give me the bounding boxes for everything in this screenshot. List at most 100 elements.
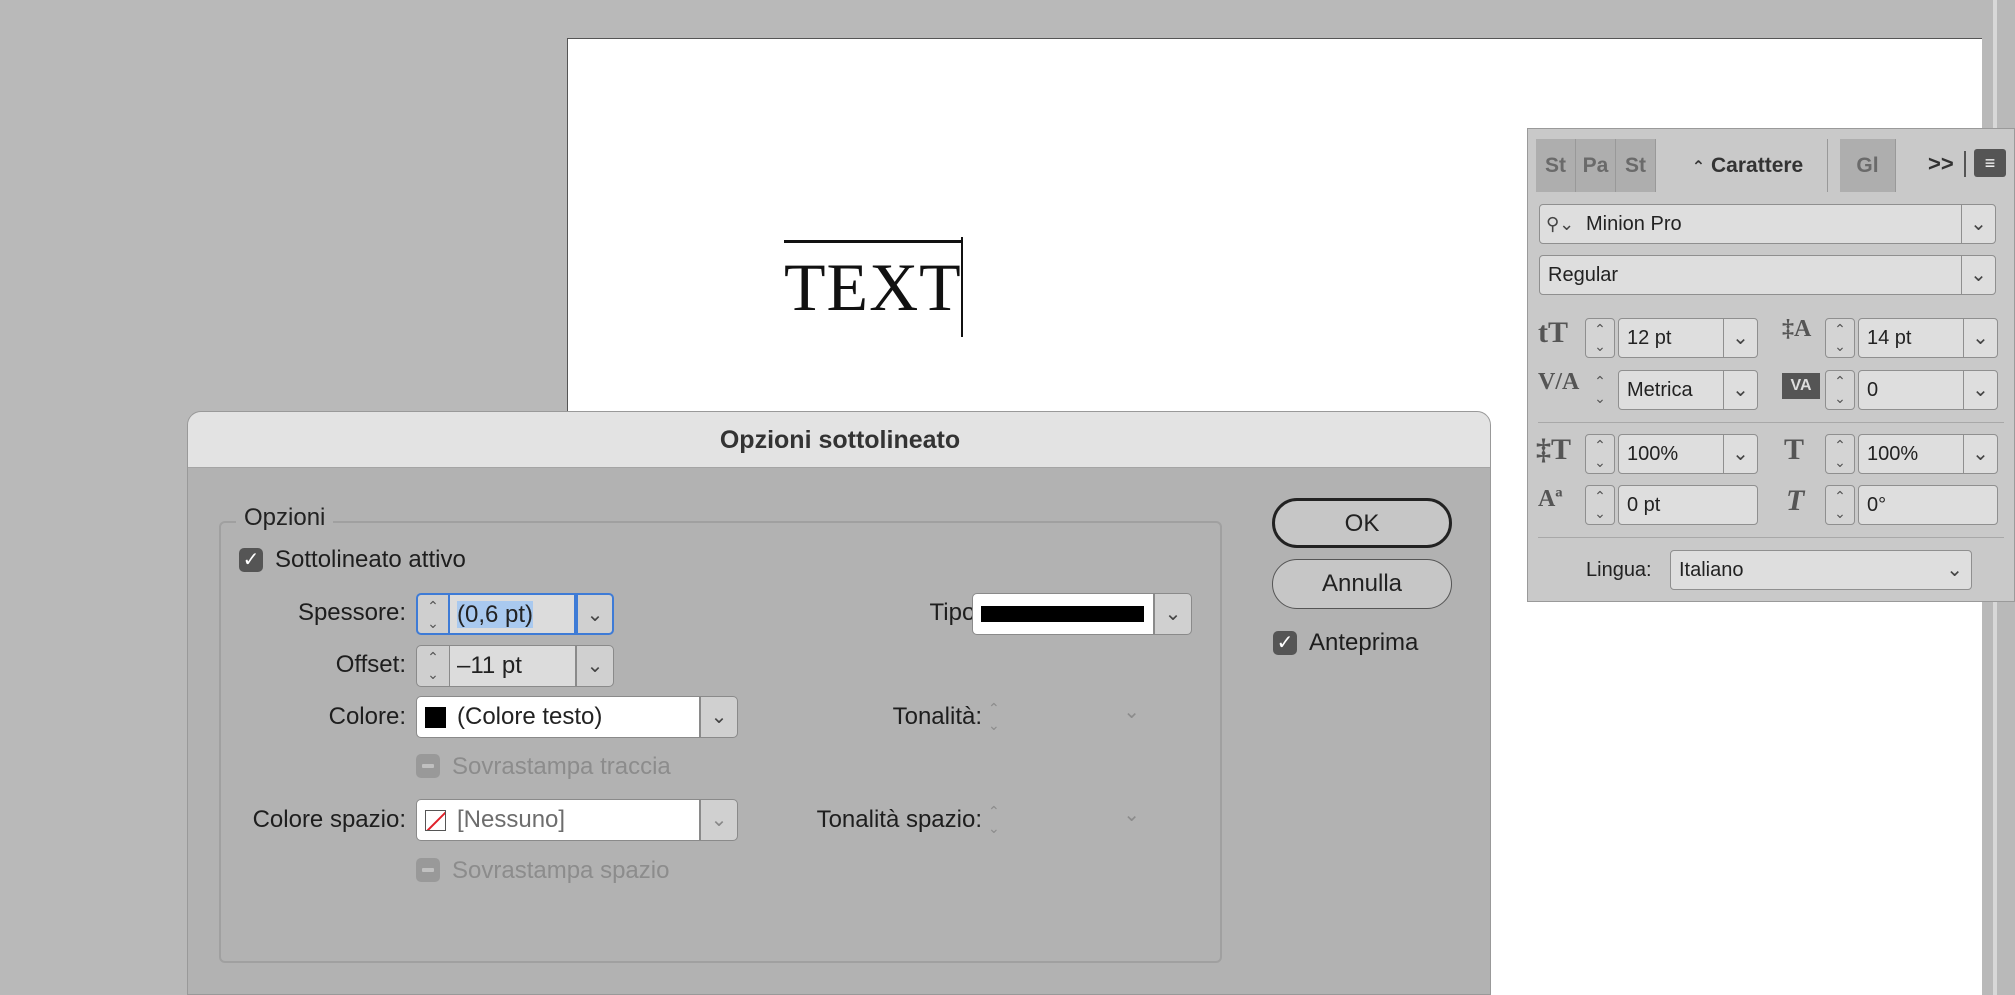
tracking-icon: VA: [1782, 373, 1820, 399]
chevron-down-icon: ⌄: [1946, 559, 1963, 581]
overprint-gap-checkbox[interactable]: [416, 858, 440, 882]
type-label: Tipo:: [929, 599, 982, 626]
gap-color-select[interactable]: [Nessuno]: [416, 799, 700, 841]
overprint-gap-label: Sovrastampa spazio: [452, 857, 670, 884]
vertical-scale-stepper[interactable]: ⌃ ⌄: [1585, 434, 1615, 474]
gap-tint-label: Tonalità spazio:: [816, 806, 982, 833]
tint-label: Tonalità:: [892, 703, 982, 730]
baseline-shift-stepper[interactable]: ⌃ ⌄: [1585, 485, 1615, 525]
text-cursor: [961, 237, 963, 337]
search-icon: ⚲⌄: [1546, 214, 1575, 234]
stroke-type-swatch: [981, 606, 1144, 622]
color-swatch: [425, 707, 446, 728]
chevron-down-icon[interactable]: ⌄: [1961, 205, 1995, 243]
baseline-shift-field[interactable]: 0 pt: [1618, 485, 1758, 525]
font-size-field[interactable]: 12 pt ⌄: [1618, 318, 1758, 358]
font-family-field[interactable]: Minion Pro ⚲⌄ ⌄: [1539, 204, 1996, 244]
chevron-down-icon[interactable]: ⌄: [1723, 435, 1757, 473]
vertical-scale-field[interactable]: 100% ⌄: [1618, 434, 1758, 474]
weight-dropdown-button[interactable]: ⌄: [576, 593, 614, 635]
gap-color-dropdown-button[interactable]: ⌄: [700, 799, 738, 841]
gap-tint-stepper: ⌃ ⌄: [988, 803, 1000, 836]
font-size-icon: tT: [1538, 316, 1568, 349]
tab-carattere[interactable]: ⌃ Carattere: [1668, 139, 1828, 192]
font-size-value: 12 pt: [1627, 327, 1672, 349]
cancel-button[interactable]: Annulla: [1272, 559, 1452, 609]
overprint-stroke-label: Sovrastampa traccia: [452, 753, 671, 780]
character-panel: St Pa St ⌃ Carattere Gl >> ≡ Minion Pro …: [1527, 128, 2015, 602]
offset-stepper[interactable]: ⌃ ⌄: [416, 645, 450, 687]
gap-tint-field: ⌃ ⌄ ⌄: [984, 801, 1144, 841]
dialog-title[interactable]: Opzioni sottolineato: [188, 412, 1490, 468]
tab-stili-2[interactable]: St: [1616, 139, 1656, 192]
chevron-down-icon[interactable]: ⌄: [1723, 319, 1757, 357]
weight-stepper[interactable]: ⌃ ⌄: [416, 593, 450, 635]
panel-menu-icon[interactable]: ≡: [1974, 149, 2006, 177]
horizontal-scale-stepper[interactable]: ⌃ ⌄: [1825, 434, 1855, 474]
font-style-field[interactable]: Regular ⌄: [1539, 255, 1996, 295]
kerning-field[interactable]: Metrica ⌄: [1618, 370, 1758, 410]
chevron-down-icon[interactable]: ⌄: [1723, 371, 1757, 409]
color-label: Colore:: [328, 703, 406, 730]
none-swatch-icon: [425, 810, 446, 831]
chevron-down-icon: ⌄: [1123, 804, 1140, 826]
font-style-value: Regular: [1548, 264, 1619, 286]
kerning-icon: V/A: [1538, 369, 1580, 395]
leading-field[interactable]: 14 pt ⌄: [1858, 318, 1998, 358]
leading-icon: ‡A: [1782, 316, 1812, 342]
ok-button[interactable]: OK: [1272, 498, 1452, 548]
horizontal-scale-icon: T: [1784, 433, 1805, 466]
options-group: [219, 521, 1222, 963]
color-select[interactable]: (Colore testo): [416, 696, 700, 738]
skew-value: 0°: [1867, 494, 1887, 516]
tab-paragrafo[interactable]: Pa: [1576, 139, 1616, 192]
gap-color-label: Colore spazio:: [252, 806, 406, 833]
chevron-down-icon[interactable]: ⌄: [1963, 435, 1997, 473]
leading-stepper[interactable]: ⌃ ⌄: [1825, 318, 1855, 358]
horizontal-scale-value: 100%: [1867, 443, 1919, 465]
options-group-label: Opzioni: [236, 504, 334, 532]
font-size-stepper[interactable]: ⌃ ⌄: [1585, 318, 1615, 358]
underline-options-dialog: Opzioni sottolineato Opzioni ✓ Sottoline…: [187, 411, 1491, 995]
chevron-down-icon[interactable]: ⌄: [1963, 371, 1997, 409]
skew-field[interactable]: 0°: [1858, 485, 1998, 525]
preview-checkbox[interactable]: ✓: [1273, 631, 1297, 655]
stroke-type-dropdown-button[interactable]: ⌄: [1154, 593, 1192, 635]
tracking-field[interactable]: 0 ⌄: [1858, 370, 1998, 410]
baseline-shift-value: 0 pt: [1627, 494, 1661, 516]
stroke-type-select[interactable]: [972, 593, 1154, 635]
underline-on-checkbox[interactable]: ✓: [239, 548, 263, 572]
baseline-shift-icon: Aª: [1538, 486, 1563, 512]
tab-stili[interactable]: St: [1536, 139, 1576, 192]
color-value: (Colore testo): [457, 703, 603, 730]
skew-stepper[interactable]: ⌃ ⌄: [1825, 485, 1855, 525]
tab-glifi[interactable]: Gl: [1840, 139, 1896, 192]
tint-stepper: ⌃ ⌄: [988, 700, 1000, 733]
chevron-down-icon[interactable]: ⌄: [1961, 256, 1995, 294]
weight-field[interactable]: (0,6 pt): [450, 593, 576, 635]
kerning-stepper[interactable]: ⌃ ⌄: [1585, 370, 1615, 410]
panel-separator: [1964, 151, 1966, 177]
vertical-scale-icon: ‡T: [1536, 433, 1572, 466]
language-select[interactable]: Italiano ⌄: [1670, 550, 1972, 590]
document-text[interactable]: TEXT: [784, 240, 962, 321]
language-label: Lingua:: [1586, 559, 1652, 581]
tab-carattere-label: Carattere: [1711, 154, 1804, 177]
kerning-value: Metrica: [1627, 379, 1693, 401]
color-dropdown-button[interactable]: ⌄: [700, 696, 738, 738]
offset-field[interactable]: –11 pt: [450, 645, 576, 687]
underline-on-label: Sottolineato attivo: [275, 546, 466, 573]
offset-dropdown-button[interactable]: ⌄: [576, 645, 614, 687]
weight-label: Spessore:: [297, 599, 406, 626]
offset-label: Offset:: [335, 651, 406, 678]
panel-divider: [1538, 537, 2004, 538]
tracking-value: 0: [1867, 379, 1879, 401]
chevron-down-icon[interactable]: ⌄: [1963, 319, 1997, 357]
chevron-down-icon: ⌄: [1123, 701, 1140, 723]
weight-value: (0,6 pt): [457, 601, 534, 628]
gap-color-value: [Nessuno]: [457, 806, 566, 833]
horizontal-scale-field[interactable]: 100% ⌄: [1858, 434, 1998, 474]
overprint-stroke-checkbox[interactable]: [416, 754, 440, 778]
panel-overflow-icon[interactable]: >>: [1928, 151, 1954, 177]
tracking-stepper[interactable]: ⌃ ⌄: [1825, 370, 1855, 410]
